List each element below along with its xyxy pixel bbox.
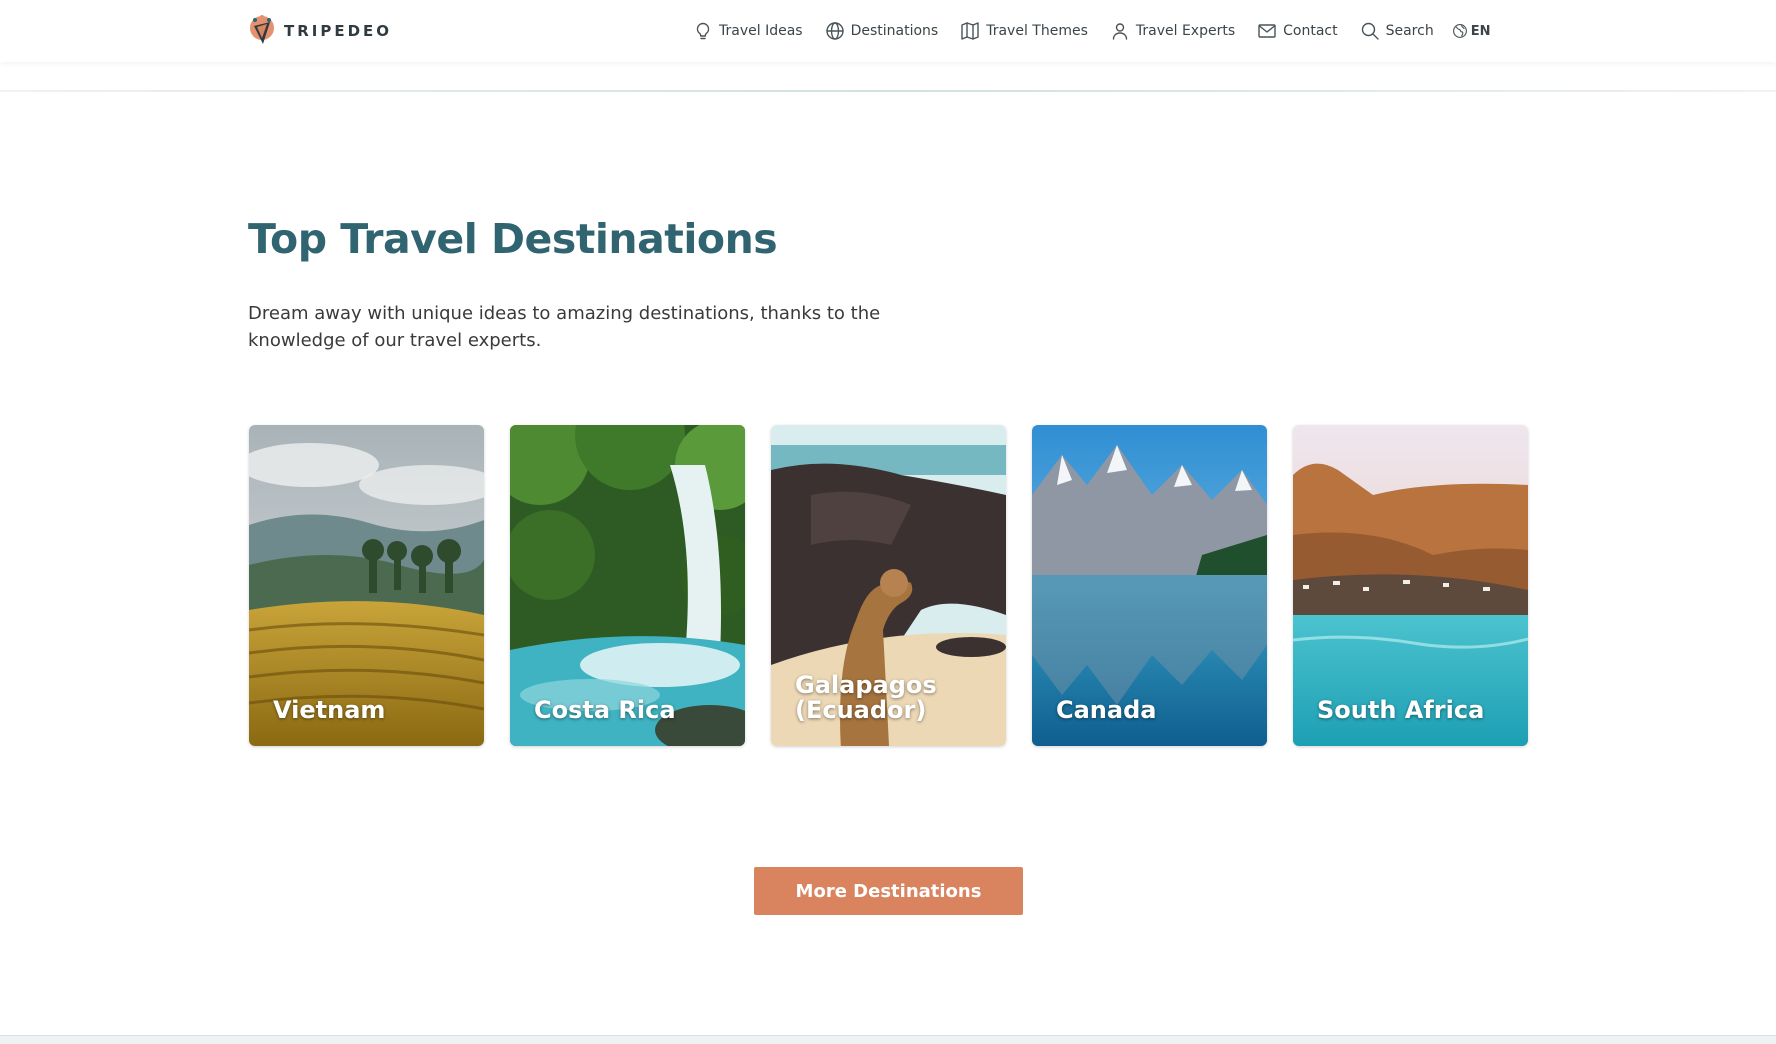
- nav-item-travel-experts[interactable]: Travel Experts: [1110, 21, 1235, 41]
- nav-label: Travel Ideas: [719, 23, 803, 39]
- brand-logo[interactable]: TRIPEDEO: [248, 14, 392, 48]
- language-label: EN: [1470, 23, 1491, 39]
- header-divider: [0, 90, 1776, 92]
- main-nav: Travel Ideas Destinations Travel Themes …: [693, 17, 1490, 45]
- nav-label: Contact: [1283, 23, 1338, 39]
- destination-card-south-africa[interactable]: South Africa: [1293, 425, 1528, 746]
- nav-item-travel-ideas[interactable]: Travel Ideas: [693, 21, 803, 41]
- envelope-icon: [1258, 24, 1276, 38]
- lightbulb-icon: [696, 22, 710, 40]
- nav-label: Travel Themes: [986, 23, 1088, 39]
- destination-card-canada[interactable]: Canada: [1032, 425, 1267, 746]
- nav-item-search[interactable]: Search: [1360, 21, 1434, 41]
- destination-card-costa-rica[interactable]: Costa Rica: [510, 425, 745, 746]
- nav-item-contact[interactable]: Contact: [1257, 21, 1338, 41]
- nav-item-travel-themes[interactable]: Travel Themes: [960, 21, 1088, 41]
- globe-icon: [825, 22, 844, 40]
- destination-label: South Africa: [1317, 696, 1485, 724]
- destination-card-galapagos[interactable]: Galapagos (Ecuador): [771, 425, 1006, 746]
- nav-item-destinations[interactable]: Destinations: [825, 21, 939, 41]
- destination-label: Costa Rica: [534, 696, 676, 724]
- brand-name: TRIPEDEO: [284, 22, 393, 40]
- destination-label: Canada: [1056, 696, 1157, 724]
- nav-label: Destinations: [850, 23, 939, 39]
- destination-label: Galapagos (Ecuador): [795, 671, 937, 724]
- logo-mark-icon: [250, 15, 274, 44]
- destination-card-vietnam[interactable]: Vietnam: [249, 425, 484, 746]
- person-icon: [1112, 23, 1128, 40]
- nav-label: Travel Experts: [1135, 23, 1236, 39]
- map-icon: [961, 22, 979, 40]
- site-header: TRIPEDEO Travel Ideas Destinations Trave…: [0, 0, 1776, 62]
- more-destinations-button[interactable]: More Destinations: [754, 867, 1023, 915]
- page-title: Top Travel Destinations: [248, 215, 778, 263]
- intro-text: Dream away with unique ideas to amazing …: [248, 303, 881, 351]
- nav-label: Search: [1385, 23, 1434, 39]
- destination-cards: Vietnam Costa Rica Galapagos (Ecuador) C…: [249, 425, 1528, 746]
- search-icon: [1361, 22, 1379, 40]
- earth-icon: [1452, 24, 1467, 38]
- language-selector[interactable]: EN: [1452, 23, 1491, 39]
- destination-label: Vietnam: [273, 696, 386, 724]
